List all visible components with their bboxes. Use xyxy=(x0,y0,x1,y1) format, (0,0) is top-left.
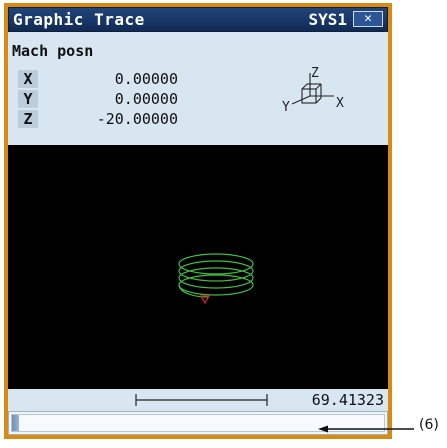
axis-cube-icon: Z X Y xyxy=(282,67,344,115)
axis-glyph-x: X xyxy=(336,96,344,111)
axis-row-x: X 0.00000 xyxy=(18,70,218,88)
progress-fill xyxy=(12,415,20,431)
axis-glyph-y: Y xyxy=(282,100,290,115)
scale-ruler-icon xyxy=(135,394,268,406)
window-title: Graphic Trace xyxy=(13,10,145,29)
axis-value-z: -20.00000 xyxy=(96,110,178,128)
axis-label-y: Y xyxy=(18,90,38,108)
machine-position-heading: Mach posn xyxy=(12,42,94,60)
callout-label: (6) xyxy=(419,417,439,433)
system-label: SYS1 xyxy=(308,10,347,29)
axis-value-y: 0.00000 xyxy=(114,90,178,108)
scale-bar: 69.41323 xyxy=(8,389,388,411)
axis-label-z: Z xyxy=(18,110,38,128)
axis-glyph-z: Z xyxy=(311,67,319,81)
axis-value-x: 0.00000 xyxy=(114,70,178,88)
graphic-trace-window: Graphic Trace SYS1 ✕ Mach posn X 0.00000… xyxy=(4,3,392,439)
close-button[interactable]: ✕ xyxy=(353,11,383,27)
axis-row-z: Z -20.00000 xyxy=(18,110,218,128)
callout-arrow-icon xyxy=(318,425,414,433)
tool-path-trace xyxy=(178,253,254,305)
axis-label-x: X xyxy=(18,70,38,88)
machine-position-panel: Mach posn X 0.00000 Y 0.00000 Z -20.0000… xyxy=(8,32,388,145)
scale-value: 69.41323 xyxy=(311,391,384,409)
axis-row-y: Y 0.00000 xyxy=(18,90,218,108)
titlebar: Graphic Trace SYS1 ✕ xyxy=(8,7,388,32)
close-icon: ✕ xyxy=(364,11,372,26)
trace-viewport[interactable] xyxy=(8,145,388,389)
